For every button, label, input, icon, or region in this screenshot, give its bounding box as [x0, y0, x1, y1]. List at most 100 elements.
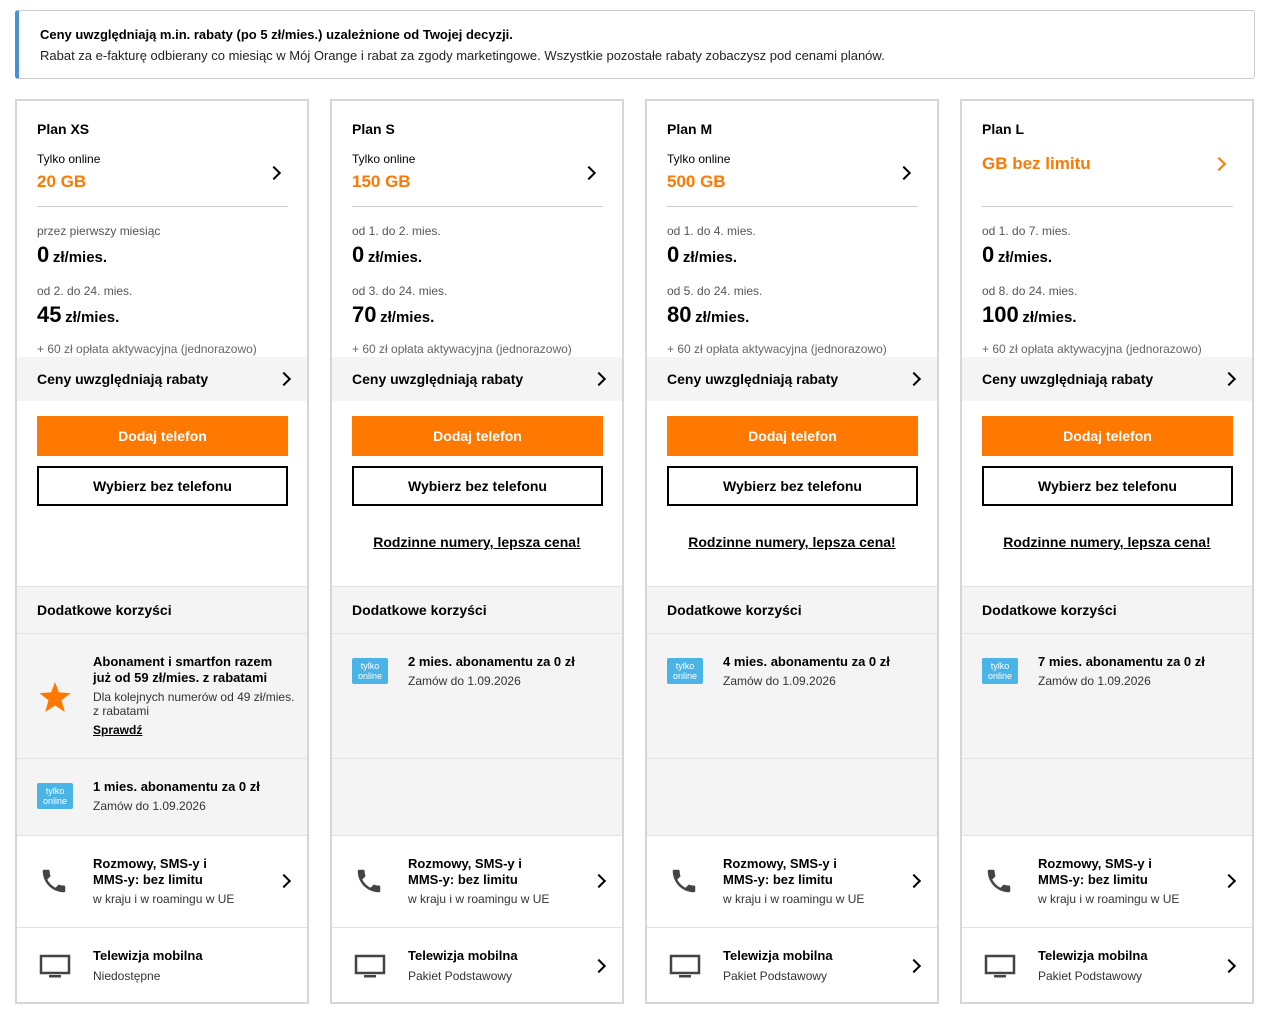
- tv-icon: [669, 954, 701, 978]
- promo-empty: [332, 759, 622, 836]
- chevron-right-icon[interactable]: [1211, 156, 1227, 172]
- price-1: 0 zł/mies.: [37, 242, 107, 268]
- chevron-right-icon: [276, 371, 292, 387]
- add-phone-button[interactable]: Dodaj telefon: [352, 416, 603, 456]
- promo-title: 7 mies. abonamentu za 0 zł: [1038, 654, 1205, 669]
- promo-title: Abonament i smartfon razem już od 59 zł/…: [93, 654, 273, 685]
- tv-title: Telewizja mobilna: [1038, 948, 1148, 963]
- chevron-right-icon: [591, 958, 607, 974]
- online-only-label: Tylko online: [37, 152, 101, 166]
- data-allowance[interactable]: 20 GB: [37, 172, 86, 192]
- price-unit: zł/mies.: [380, 309, 435, 326]
- promo-subtitle: Dla kolejnych numerów od 49 zł/mies. z r…: [93, 690, 295, 718]
- choose-without-phone-button[interactable]: Wybierz bez telefonu: [667, 466, 918, 506]
- banner-text: Rabat za e-fakturę odbierany co miesiąc …: [40, 48, 885, 63]
- price-2: 80 zł/mies.: [667, 302, 749, 328]
- tv-icon: [984, 954, 1016, 978]
- choose-without-phone-button[interactable]: Wybierz bez telefonu: [37, 466, 288, 506]
- promo-phone-bundle: Abonament i smartfon razem już od 59 zł/…: [17, 634, 307, 759]
- tv-row[interactable]: Telewizja mobilna Pakiet Podstawowy: [332, 928, 622, 1002]
- benefits-label: Dodatkowe korzyści: [37, 602, 172, 618]
- price-unit: zł/mies.: [997, 249, 1053, 266]
- benefits-label: Dodatkowe korzyści: [982, 602, 1117, 618]
- promo-empty: [962, 759, 1252, 836]
- chevron-right-icon[interactable]: [896, 165, 912, 181]
- online-only-badge: tylko online: [352, 658, 388, 684]
- price-value: 0: [982, 242, 995, 267]
- chevron-right-icon: [906, 958, 922, 974]
- info-banner: Ceny uwzględniają m.in. rabaty (po 5 zł/…: [15, 10, 1255, 79]
- price-unit: zł/mies.: [367, 249, 423, 266]
- add-phone-button[interactable]: Dodaj telefon: [982, 416, 1233, 456]
- chevron-right-icon[interactable]: [581, 165, 597, 181]
- data-allowance[interactable]: GB bez limitu: [982, 154, 1091, 174]
- tv-row[interactable]: Telewizja mobilna Pakiet Podstawowy: [647, 928, 937, 1002]
- add-phone-button[interactable]: Dodaj telefon: [667, 416, 918, 456]
- plan-card-xs: Plan XS Tylko online 20 GB przez pierwsz…: [15, 99, 309, 1004]
- data-allowance[interactable]: 500 GB: [667, 172, 726, 192]
- activation-fee: + 60 zł opłata aktywacyjna (jednorazowo): [352, 342, 572, 356]
- calls-title: Rozmowy, SMS-y i MMS-y: bez limitu: [1038, 856, 1152, 887]
- chevron-right-icon: [906, 371, 922, 387]
- calls-row[interactable]: Rozmowy, SMS-y i MMS-y: bez limitu w kra…: [332, 836, 622, 928]
- discounts-row[interactable]: Ceny uwzględniają rabaty: [647, 357, 937, 401]
- online-only-badge: tylko online: [667, 658, 703, 684]
- price-2: 100 zł/mies.: [982, 302, 1077, 328]
- discounts-row[interactable]: Ceny uwzględniają rabaty: [17, 357, 307, 401]
- promo-online: tylko online 1 mies. abonamentu za 0 zł …: [17, 759, 307, 836]
- price-value: 45: [37, 302, 62, 327]
- calls-row[interactable]: Rozmowy, SMS-y i MMS-y: bez limitu w kra…: [962, 836, 1252, 928]
- choose-without-phone-button[interactable]: Wybierz bez telefonu: [352, 466, 603, 506]
- price-period-1: od 1. do 4. mies.: [667, 224, 756, 238]
- price-unit: zł/mies.: [52, 249, 108, 266]
- chevron-right-icon: [1221, 873, 1237, 889]
- add-phone-button[interactable]: Dodaj telefon: [37, 416, 288, 456]
- price-unit: zł/mies.: [695, 309, 750, 326]
- price-1: 0 zł/mies.: [667, 242, 737, 268]
- tv-icon: [354, 954, 386, 978]
- data-allowance[interactable]: 150 GB: [352, 172, 411, 192]
- family-numbers-link[interactable]: Rodzinne numery, lepsza cena!: [962, 534, 1252, 550]
- chevron-right-icon[interactable]: [266, 165, 282, 181]
- price-2: 70 zł/mies.: [352, 302, 434, 328]
- phone-icon: [357, 869, 381, 893]
- promo-title: 2 mies. abonamentu za 0 zł: [408, 654, 575, 669]
- banner-title: Ceny uwzględniają m.in. rabaty (po 5 zł/…: [40, 27, 513, 42]
- online-only-label: Tylko online: [352, 152, 416, 166]
- plan-card-s: Plan S Tylko online 150 GB od 1. do 2. m…: [330, 99, 624, 1004]
- discounts-row[interactable]: Ceny uwzględniają rabaty: [332, 357, 622, 401]
- calls-title: Rozmowy, SMS-y i MMS-y: bez limitu: [93, 856, 207, 887]
- chevron-right-icon: [1221, 371, 1237, 387]
- family-numbers-link[interactable]: Rodzinne numery, lepsza cena!: [332, 534, 622, 550]
- discounts-row[interactable]: Ceny uwzględniają rabaty: [962, 357, 1252, 401]
- chevron-right-icon: [276, 873, 292, 889]
- discounts-label: Ceny uwzględniają rabaty: [352, 371, 524, 387]
- promo-empty: [647, 759, 937, 836]
- tv-subtitle: Pakiet Podstawowy: [723, 969, 828, 983]
- price-unit: zł/mies.: [1022, 309, 1077, 326]
- promo-online: tylko online 4 mies. abonamentu za 0 zł …: [647, 634, 937, 759]
- phone-icon: [42, 869, 66, 893]
- tv-subtitle: Niedostępne: [93, 969, 161, 983]
- plan-name: Plan L: [982, 121, 1025, 137]
- family-numbers-link[interactable]: Rodzinne numery, lepsza cena!: [647, 534, 937, 550]
- choose-without-phone-button[interactable]: Wybierz bez telefonu: [982, 466, 1233, 506]
- calls-subtitle: w kraju i w roamingu w UE: [723, 892, 865, 906]
- divider: [352, 206, 603, 207]
- price-unit: zł/mies.: [65, 309, 120, 326]
- calls-subtitle: w kraju i w roamingu w UE: [93, 892, 235, 906]
- tv-title: Telewizja mobilna: [408, 948, 518, 963]
- price-period-2: od 3. do 24. mies.: [352, 284, 448, 298]
- calls-row[interactable]: Rozmowy, SMS-y i MMS-y: bez limitu w kra…: [17, 836, 307, 928]
- phone-icon: [987, 869, 1011, 893]
- price-period-1: od 1. do 7. mies.: [982, 224, 1071, 238]
- plan-name: Plan M: [667, 121, 713, 137]
- tv-row[interactable]: Telewizja mobilna Pakiet Podstawowy: [962, 928, 1252, 1002]
- calls-subtitle: w kraju i w roamingu w UE: [1038, 892, 1180, 906]
- plan-name: Plan S: [352, 121, 395, 137]
- check-link[interactable]: Sprawdź: [93, 723, 142, 737]
- price-period-1: przez pierwszy miesiąc: [37, 224, 161, 238]
- promo-subtitle: Zamów do 1.09.2026: [723, 674, 836, 688]
- calls-row[interactable]: Rozmowy, SMS-y i MMS-y: bez limitu w kra…: [647, 836, 937, 928]
- benefits-header: Dodatkowe korzyści: [332, 586, 622, 634]
